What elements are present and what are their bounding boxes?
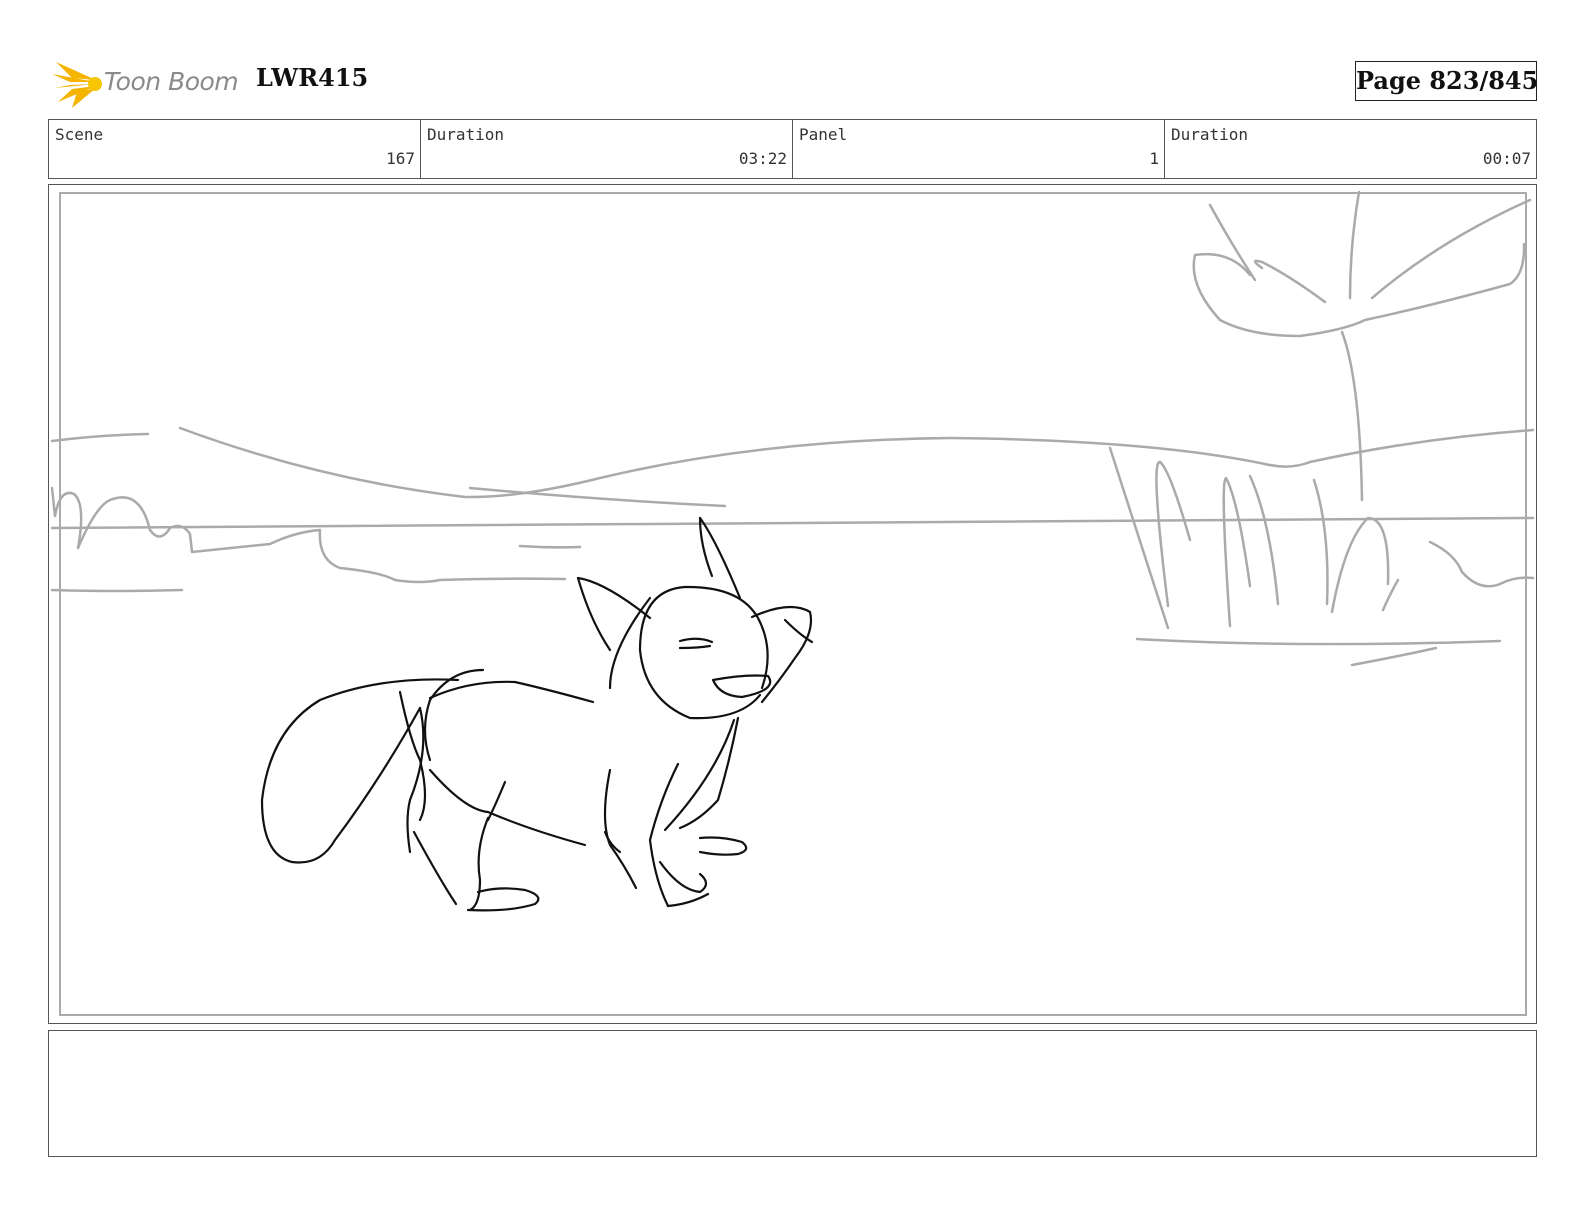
panel-notes-box: [48, 1030, 1537, 1157]
panel-cell: Panel 1: [793, 120, 1165, 178]
fox-character-sketch: [260, 516, 814, 912]
logo-wordmark: Toon Boom: [104, 67, 239, 96]
scene-duration-label: Duration: [427, 125, 505, 144]
scene-cell: Scene 167: [49, 120, 421, 178]
scene-duration-value: 03:22: [738, 149, 787, 168]
toon-boom-logo: Toon Boom: [50, 54, 240, 110]
page-number: Page 823/845: [1355, 61, 1538, 101]
panel-label: Panel: [799, 125, 848, 144]
storyboard-sketch: [50, 190, 1535, 912]
panel-duration-cell: Duration 00:07: [1165, 120, 1536, 178]
project-code: LWR415: [256, 63, 369, 92]
starburst-icon: [52, 62, 102, 108]
panel-value: 1: [1149, 149, 1159, 168]
panel-duration-value: 00:07: [1482, 149, 1531, 168]
scene-label: Scene: [55, 125, 104, 144]
background-sketch: [50, 190, 1535, 667]
scene-value: 167: [386, 149, 415, 168]
scene-info-bar: Scene 167 Duration 03:22 Panel 1 Duratio…: [48, 119, 1537, 179]
scene-duration-cell: Duration 03:22: [421, 120, 793, 178]
panel-duration-label: Duration: [1171, 125, 1249, 144]
